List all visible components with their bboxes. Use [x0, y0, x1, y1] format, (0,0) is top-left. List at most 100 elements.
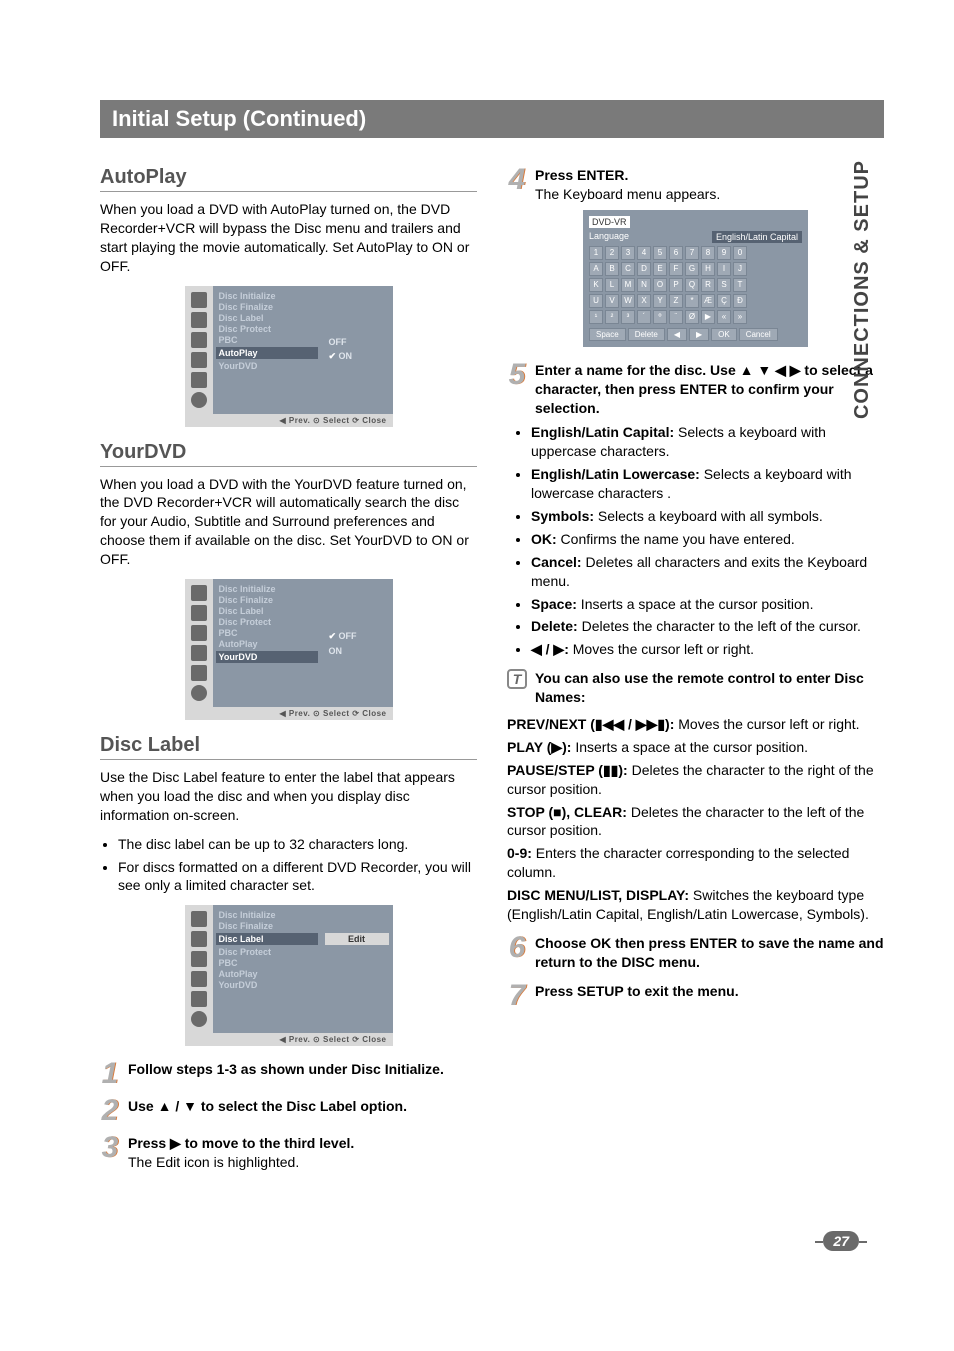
kb-row-4: UVWXYZ*ÆÇÐ — [589, 294, 802, 308]
osd-footer: ◀ Prev. ⊙ Select ⟳ Close — [185, 1033, 393, 1046]
kb-key: Q — [685, 278, 699, 292]
video-icon — [191, 292, 207, 308]
step-number-icon: 6 — [507, 934, 527, 972]
kb-key: º — [653, 310, 667, 324]
osd-item: Disc Label — [219, 313, 315, 323]
osd-item: YourDVD — [219, 361, 315, 371]
bullet: For discs formatted on a different DVD R… — [118, 858, 477, 896]
keyboard-osd: DVD-VR Language English/Latin Capital 12… — [583, 210, 808, 347]
kb-entry-field: DVD-VR — [589, 216, 630, 228]
remote-item: STOP (■), CLEAR: Deletes the character t… — [507, 803, 884, 841]
remote-item: DISC MENU/LIST, DISPLAY: Switches the ke… — [507, 886, 884, 924]
disc-icon — [191, 392, 207, 408]
option-on: ON — [325, 645, 389, 657]
kb-language-label: Language — [589, 231, 629, 243]
kb-row-1: 1234567890 — [589, 246, 802, 260]
remote-item: PREV/NEXT (▮◀◀ / ▶▶▮): Moves the cursor … — [507, 715, 884, 734]
kb-key: ´ — [637, 310, 651, 324]
osd-item: AutoPlay — [219, 969, 315, 979]
kb-key: M — [621, 278, 635, 292]
keyboard-options-list: English/Latin Capital: Selects a keyboar… — [513, 423, 884, 659]
kb-key: G — [685, 262, 699, 276]
audio-icon — [191, 625, 207, 641]
osd-footer: ◀ Prev. ⊙ Select ⟳ Close — [185, 707, 393, 720]
step-3: 3 Press ▶ to move to the third level.The… — [100, 1134, 477, 1172]
step-number-icon: 3 — [100, 1134, 120, 1172]
step-7-text: Press SETUP to exit the menu. — [535, 983, 739, 999]
kb-key: 1 — [589, 246, 603, 260]
step-number-icon: 5 — [507, 361, 527, 418]
kb-key: ² — [605, 310, 619, 324]
timer-icon — [191, 971, 207, 987]
kb-key: * — [685, 294, 699, 308]
edit-button: Edit — [325, 933, 389, 945]
kb-key: ³ — [621, 310, 635, 324]
kb-key: Ø — [685, 310, 699, 324]
chapter-icon — [191, 372, 207, 388]
osd-item: Disc Initialize — [219, 584, 315, 594]
osd-item: Disc Finalize — [219, 302, 315, 312]
osd-item: PBC — [219, 958, 315, 968]
osd-item: Disc Protect — [219, 617, 315, 627]
kb-key: Y — [653, 294, 667, 308]
step-7: 7 Press SETUP to exit the menu. — [507, 982, 884, 1009]
disclabel-intro: Use the Disc Label feature to enter the … — [100, 768, 477, 825]
step-number-icon: 1 — [100, 1060, 120, 1087]
language-icon — [191, 312, 207, 328]
kb-key: P — [669, 278, 683, 292]
kb-row-5: ¹²³´º¨Ø▶«» — [589, 310, 802, 324]
kb-key: K — [589, 278, 603, 292]
disc-icon — [191, 1011, 207, 1027]
osd-menu-list: Disc Initialize Disc Finalize Disc Label… — [213, 579, 321, 707]
step-number-icon: 7 — [507, 982, 527, 1009]
kb-key: 2 — [605, 246, 619, 260]
osd-icon-rail — [185, 579, 213, 707]
disclabel-heading: Disc Label — [100, 734, 477, 760]
osd-value-pane: OFF ON — [321, 579, 393, 707]
kb-key: I — [717, 262, 731, 276]
kb-bottom-key: Cancel — [739, 328, 778, 341]
autoplay-heading: AutoPlay — [100, 166, 477, 192]
osd-value-pane: Edit — [321, 905, 393, 1033]
osd-menu-list: Disc Initialize Disc Finalize Disc Label… — [213, 905, 321, 1033]
step-6-text: Choose OK then press ENTER to save the n… — [535, 935, 884, 970]
osd-item: YourDVD — [219, 980, 315, 990]
kb-key: 8 — [701, 246, 715, 260]
kb-opt: OK: Confirms the name you have entered. — [531, 530, 884, 549]
kb-opt: Symbols: Selects a keyboard with all sym… — [531, 507, 884, 526]
kb-key: H — [701, 262, 715, 276]
kb-key: Ð — [733, 294, 747, 308]
kb-bottom-key: Delete — [628, 328, 665, 341]
tip-icon: T — [507, 669, 527, 689]
osd-item: Disc Finalize — [219, 595, 315, 605]
kb-bottom-key: Space — [589, 328, 626, 341]
audio-icon — [191, 332, 207, 348]
step-3-text: Press ▶ to move to the third level. — [128, 1135, 354, 1151]
kb-key: 0 — [733, 246, 747, 260]
remote-controls-list: PREV/NEXT (▮◀◀ / ▶▶▮): Moves the cursor … — [507, 715, 884, 924]
kb-key: 5 — [653, 246, 667, 260]
step-6: 6 Choose OK then press ENTER to save the… — [507, 934, 884, 972]
osd-menu-list: Disc Initialize Disc Finalize Disc Label… — [213, 286, 321, 414]
option-off: OFF — [325, 336, 389, 348]
step-1: 1 Follow steps 1-3 as shown under Disc I… — [100, 1060, 477, 1087]
tip-text: You can also use the remote control to e… — [535, 669, 884, 707]
kb-bottom-row: SpaceDelete◀▶OKCancel — [589, 328, 802, 341]
kb-key: » — [733, 310, 747, 324]
step-number-icon: 4 — [507, 166, 527, 204]
kb-key: 9 — [717, 246, 731, 260]
kb-key: V — [605, 294, 619, 308]
kb-key: B — [605, 262, 619, 276]
kb-key: 6 — [669, 246, 683, 260]
kb-key: Æ — [701, 294, 715, 308]
kb-key: ¹ — [589, 310, 603, 324]
disc-icon — [191, 685, 207, 701]
yourdvd-osd: Disc Initialize Disc Finalize Disc Label… — [185, 579, 393, 720]
step-1-text: Follow steps 1-3 as shown under Disc Ini… — [128, 1061, 444, 1077]
kb-opt: English/Latin Lowercase: Selects a keybo… — [531, 465, 884, 503]
kb-key: ¨ — [669, 310, 683, 324]
autoplay-text: When you load a DVD with AutoPlay turned… — [100, 200, 477, 276]
kb-key: 3 — [621, 246, 635, 260]
kb-key: 7 — [685, 246, 699, 260]
audio-icon — [191, 951, 207, 967]
